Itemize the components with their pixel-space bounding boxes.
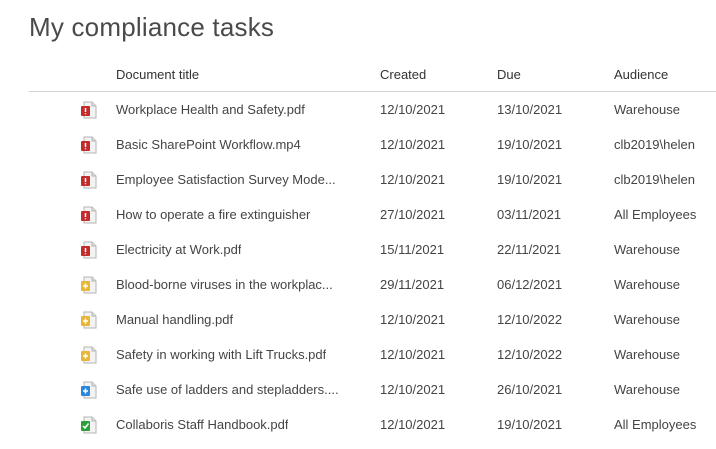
audience: Warehouse xyxy=(614,242,680,257)
document-complete-icon xyxy=(80,416,98,434)
due-date: 22/11/2021 xyxy=(497,242,562,257)
column-header-due[interactable]: Due xyxy=(497,67,521,82)
document-overdue-icon xyxy=(80,206,98,224)
due-date: 13/10/2021 xyxy=(497,102,563,117)
column-header-audience[interactable]: Audience xyxy=(614,67,668,82)
due-date: 12/10/2022 xyxy=(497,312,563,327)
compliance-task-list: Document title Created Due Audience Work… xyxy=(29,59,716,442)
created-date: 12/10/2021 xyxy=(380,312,446,327)
table-row[interactable]: Collaboris Staff Handbook.pdf 12/10/2021 1… xyxy=(29,407,716,442)
due-date: 26/10/2021 xyxy=(497,382,563,397)
table-row[interactable]: Basic SharePoint Workflow.mp4 12/10/2021 1… xyxy=(29,127,716,162)
created-date: 27/10/2021 xyxy=(380,207,446,222)
document-overdue-icon xyxy=(80,171,98,189)
list-header: Document title Created Due Audience xyxy=(29,59,716,92)
document-upcoming-icon xyxy=(80,381,98,399)
table-row[interactable]: How to operate a fire extinguisher 27/10/… xyxy=(29,197,716,232)
document-title-link[interactable]: Collaboris Staff Handbook.pdf xyxy=(116,417,288,432)
table-row[interactable]: Electricity at Work.pdf 15/11/2021 22/11/2… xyxy=(29,232,716,267)
table-row[interactable]: Safety in working with Lift Trucks.pdf 12… xyxy=(29,337,716,372)
created-date: 29/11/2021 xyxy=(380,277,445,292)
audience: Warehouse xyxy=(614,382,680,397)
due-date: 19/10/2021 xyxy=(497,172,563,187)
due-date: 12/10/2022 xyxy=(497,347,563,362)
created-date: 12/10/2021 xyxy=(380,102,446,117)
created-date: 12/10/2021 xyxy=(380,417,446,432)
table-row[interactable]: Safe use of ladders and stepladders.... 1… xyxy=(29,372,716,407)
table-row[interactable]: Workplace Health and Safety.pdf 12/10/202… xyxy=(29,92,716,127)
created-date: 15/11/2021 xyxy=(380,242,445,257)
document-title-link[interactable]: Safe use of ladders and stepladders.... xyxy=(116,382,339,397)
audience: All Employees xyxy=(614,417,697,432)
due-date: 06/12/2021 xyxy=(497,277,563,292)
document-title-link[interactable]: Safety in working with Lift Trucks.pdf xyxy=(116,347,326,362)
document-overdue-icon xyxy=(80,136,98,154)
document-title-link[interactable]: Manual handling.pdf xyxy=(116,312,233,327)
audience: clb2019\helen xyxy=(614,137,695,152)
document-overdue-icon xyxy=(80,241,98,259)
document-title-link[interactable]: Blood-borne viruses in the workplac... xyxy=(116,277,333,292)
document-title-link[interactable]: Basic SharePoint Workflow.mp4 xyxy=(116,137,301,152)
created-date: 12/10/2021 xyxy=(380,347,446,362)
table-row[interactable]: Employee Satisfaction Survey Mode... 12/1… xyxy=(29,162,716,197)
audience: Warehouse xyxy=(614,102,680,117)
list-body: Workplace Health and Safety.pdf 12/10/202… xyxy=(29,92,716,442)
document-pending-icon xyxy=(80,276,98,294)
created-date: 12/10/2021 xyxy=(380,137,446,152)
audience: Warehouse xyxy=(614,277,680,292)
created-date: 12/10/2021 xyxy=(380,172,446,187)
due-date: 03/11/2021 xyxy=(497,207,562,222)
document-title-link[interactable]: Employee Satisfaction Survey Mode... xyxy=(116,172,336,187)
column-header-title[interactable]: Document title xyxy=(116,67,199,82)
audience: All Employees xyxy=(614,207,697,222)
table-row[interactable]: Blood-borne viruses in the workplac... 29… xyxy=(29,267,716,302)
document-pending-icon xyxy=(80,311,98,329)
audience: Warehouse xyxy=(614,312,680,327)
created-date: 12/10/2021 xyxy=(380,382,446,397)
audience: clb2019\helen xyxy=(614,172,695,187)
document-pending-icon xyxy=(80,346,98,364)
due-date: 19/10/2021 xyxy=(497,417,563,432)
audience: Warehouse xyxy=(614,347,680,362)
due-date: 19/10/2021 xyxy=(497,137,563,152)
document-title-link[interactable]: Electricity at Work.pdf xyxy=(116,242,241,257)
document-overdue-icon xyxy=(80,101,98,119)
page-title: My compliance tasks xyxy=(29,12,275,42)
column-header-created[interactable]: Created xyxy=(380,67,426,82)
document-title-link[interactable]: Workplace Health and Safety.pdf xyxy=(116,102,305,117)
document-title-link[interactable]: How to operate a fire extinguisher xyxy=(116,207,310,222)
table-row[interactable]: Manual handling.pdf 12/10/2021 12/10/2022 W… xyxy=(29,302,716,337)
